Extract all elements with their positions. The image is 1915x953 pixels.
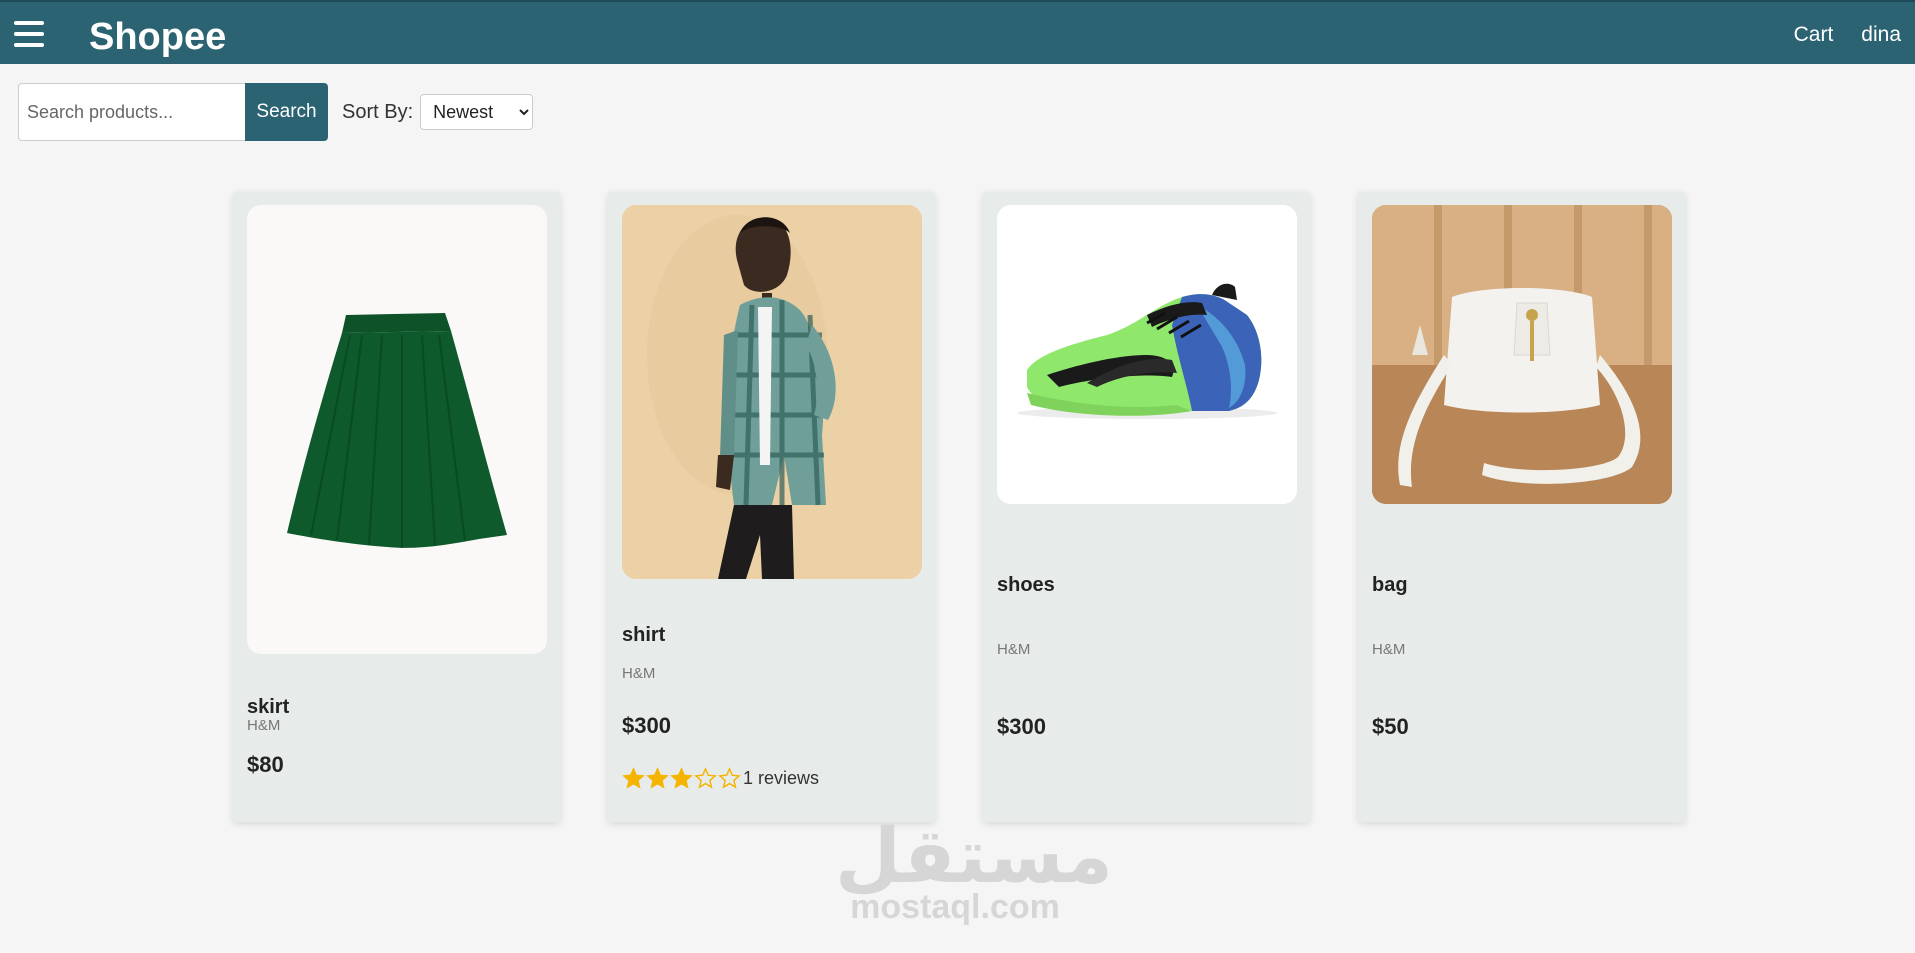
product-name[interactable]: bag [1372,574,1408,597]
review-count[interactable]: 1 reviews [743,768,819,789]
watermark: مستقل mostaql.com [835,811,1113,927]
product-price: $300 [622,713,671,738]
product-name[interactable]: skirt [247,696,289,719]
product-card-shoes[interactable]: shoes H&M $300 [983,192,1310,822]
product-name[interactable]: shirt [622,624,665,647]
product-price: $50 [1372,714,1409,739]
header-nav: Cart dina [1794,23,1901,47]
top-navbar: Shopee Cart dina [0,0,1915,64]
user-menu-link[interactable]: dina [1861,23,1901,47]
product-price: $300 [997,714,1046,739]
star-empty-icon [718,767,741,789]
product-image-shoes[interactable] [997,205,1297,504]
product-brand: H&M [247,717,281,734]
product-brand: H&M [1372,641,1406,658]
product-image-skirt[interactable] [247,205,547,654]
sort-select[interactable]: Newest [420,94,534,130]
star-filled-icon [622,767,645,789]
product-card-bag[interactable]: bag H&M $50 [1358,192,1685,822]
product-card-skirt[interactable]: skirt H&M $80 [233,192,560,822]
star-rating [622,767,742,790]
star-filled-icon [646,767,669,789]
search-button[interactable]: Search [245,83,328,141]
sort-label: Sort By: [342,100,414,123]
product-rating: 1 reviews [622,767,819,790]
cart-link[interactable]: Cart [1794,23,1834,47]
product-name[interactable]: shoes [997,574,1055,597]
brand-logo[interactable]: Shopee [89,16,226,59]
product-brand: H&M [997,641,1031,658]
product-card-shirt[interactable]: shirt H&M $300 1 reviews [608,192,935,822]
star-empty-icon [694,767,717,789]
product-brand: H&M [622,665,656,682]
search-input[interactable] [18,83,245,141]
product-image-shirt[interactable] [622,205,922,579]
watermark-latin: mostaql.com [850,888,1060,926]
star-filled-icon [670,767,693,789]
product-image-bag[interactable] [1372,205,1672,504]
hamburger-menu-icon[interactable] [14,21,44,47]
product-price: $80 [247,752,284,777]
product-toolbar: Search Sort By: Newest [18,83,534,141]
watermark-arabic: مستقل [835,811,1113,900]
